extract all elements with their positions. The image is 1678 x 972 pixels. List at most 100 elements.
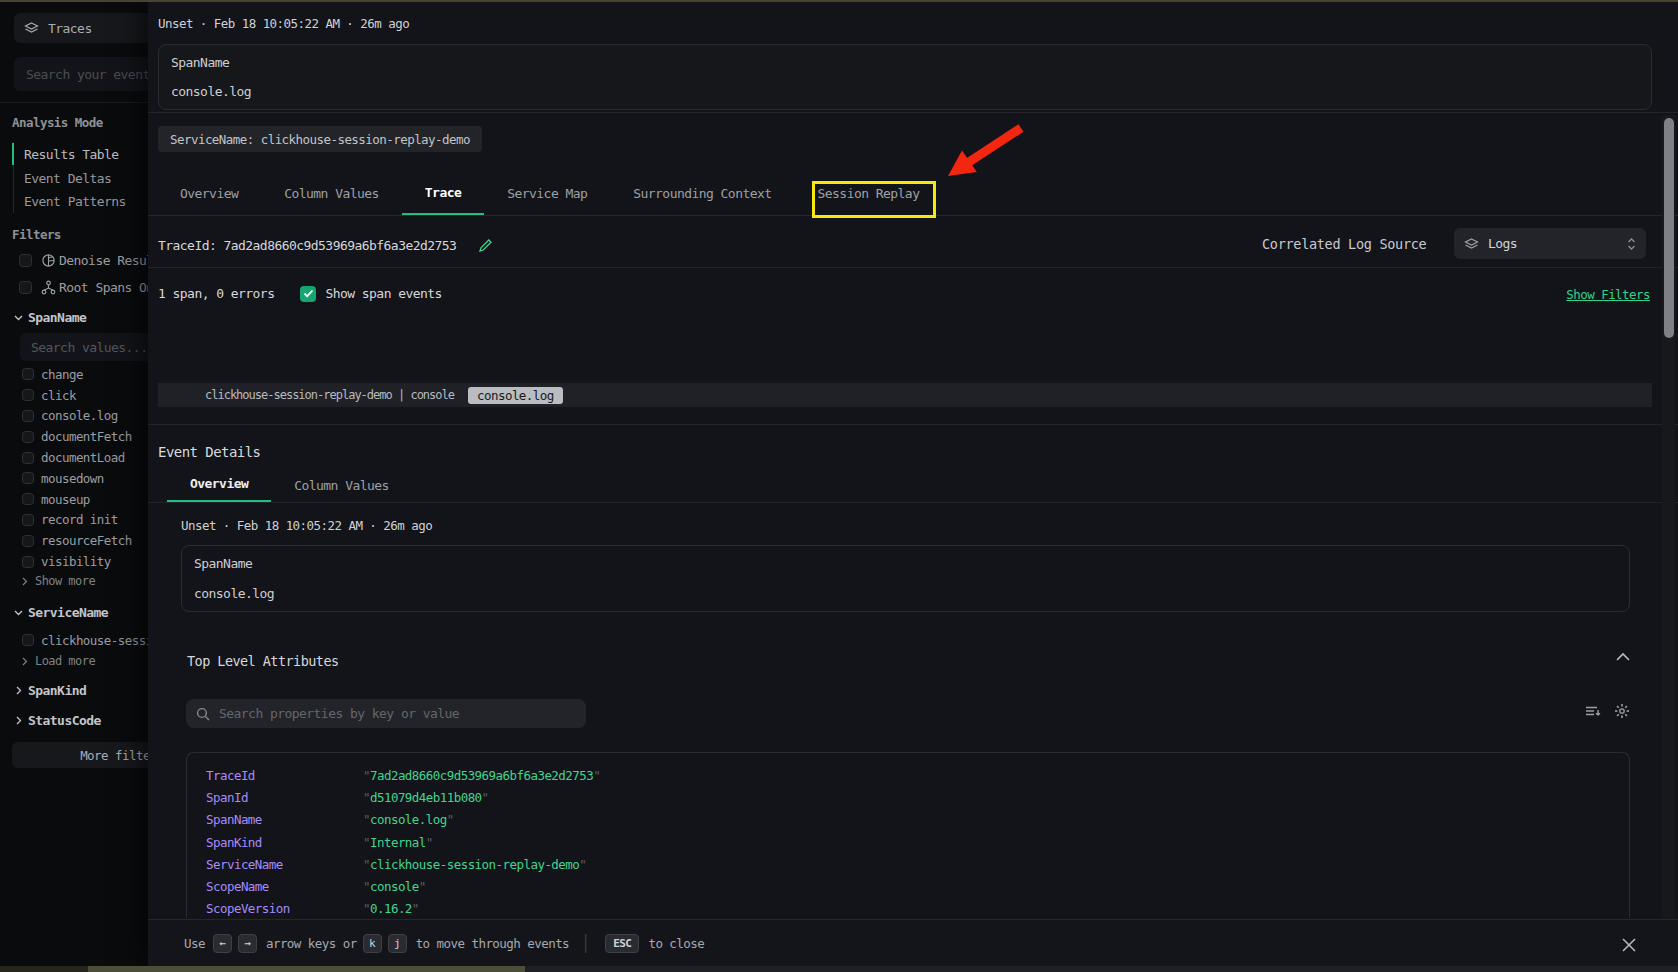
sidebar-item-results-table[interactable]: Results Table [24, 147, 119, 162]
subtab-overview[interactable]: Overview [167, 467, 271, 503]
spankind-section-header[interactable]: SpanKind [14, 683, 86, 698]
spanname-option[interactable]: record init [0, 510, 148, 531]
sidebar-item-event-patterns[interactable]: Event Patterns [24, 194, 126, 209]
correlated-log-source-select[interactable]: Logs [1454, 228, 1646, 259]
attribute-key: ServiceName [206, 857, 363, 872]
chevron-right-icon [20, 577, 29, 586]
tab-service-map[interactable]: Service Map [484, 178, 610, 216]
tab-trace[interactable]: Trace [402, 178, 484, 216]
root-spans-toggle[interactable]: Root Spans Only [19, 280, 148, 295]
option-checkbox[interactable] [22, 472, 34, 484]
option-checkbox[interactable] [22, 452, 34, 464]
j-key: j [388, 934, 407, 953]
event-timestamp: Unset · Feb 18 10:05:22 AM · 26m ago [158, 16, 409, 31]
spanname-section-header[interactable]: SpanName [14, 310, 86, 325]
waterfall-span-label: clickhouse-session-replay-demo | console [205, 383, 454, 407]
root-spans-label: Root Spans Only [59, 280, 148, 295]
span-summary-row: 1 span, 0 errors Show span events [158, 285, 442, 302]
tab-column-values[interactable]: Column Values [261, 178, 402, 216]
edit-trace-id-icon[interactable] [478, 238, 493, 253]
option-checkbox[interactable] [22, 431, 34, 443]
option-checkbox[interactable] [22, 410, 34, 422]
quote: " [419, 879, 426, 894]
option-checkbox[interactable] [22, 493, 34, 505]
servicename-options: clickhouse-session-replay-demo [0, 630, 148, 651]
spanname-option[interactable]: documentFetch [0, 426, 148, 447]
k-key: k [363, 934, 382, 953]
spanname-show-more[interactable]: Show more [20, 574, 95, 588]
session-replay-highlight-box [812, 181, 936, 218]
denoise-checkbox[interactable] [19, 254, 32, 267]
spanname-option[interactable]: change [0, 364, 148, 385]
spanname-option[interactable]: mouseup [0, 489, 148, 510]
service-name-chip[interactable]: ServiceName: clickhouse-session-replay-d… [158, 126, 482, 152]
servicename-load-more[interactable]: Load more [20, 654, 95, 668]
waterfall-span-chip[interactable]: console.log [468, 387, 563, 404]
annotation-arrow [928, 107, 1048, 187]
spanname-section-label: SpanName [28, 310, 86, 325]
servicename-section-header[interactable]: ServiceName [14, 605, 108, 620]
servicename-section-label: ServiceName [28, 605, 108, 620]
attribute-row[interactable]: SpanId "d51079d4eb11b080" [187, 786, 1629, 808]
attribute-row[interactable]: ScopeVersion "0.16.2" [187, 898, 1629, 918]
show-filters-link[interactable]: Show Filters [1566, 287, 1650, 302]
event-search-input[interactable]: Search your event [14, 57, 148, 91]
subtab-column-values[interactable]: Column Values [271, 467, 412, 503]
statuscode-section-header[interactable]: StatusCode [14, 713, 101, 728]
spanname-option[interactable]: console.log [0, 406, 148, 427]
spanname-option[interactable]: documentLoad [0, 447, 148, 468]
close-drawer-icon[interactable] [1620, 936, 1638, 954]
trace-id-label: TraceId: 7ad2ad8660c9d53969a6bf6a3e2d275… [158, 238, 456, 253]
waterfall-span-bar[interactable]: clickhouse-session-replay-demo | console… [158, 383, 1652, 407]
spanname-option[interactable]: resourceFetch [0, 530, 148, 551]
attribute-row[interactable]: TraceId "7ad2ad8660c9d53969a6bf6a3e2d275… [187, 764, 1629, 786]
scrollbar-track[interactable] [1662, 115, 1675, 919]
option-checkbox[interactable] [22, 556, 34, 568]
servicename-option[interactable]: clickhouse-session-replay-demo [0, 630, 148, 651]
option-checkbox[interactable] [22, 368, 34, 380]
gear-icon[interactable] [1614, 703, 1630, 719]
attribute-row[interactable]: ScopeName "console" [187, 875, 1629, 897]
option-checkbox[interactable] [22, 389, 34, 401]
show-span-events-checkbox[interactable] [300, 286, 316, 302]
spanname-option[interactable]: click [0, 385, 148, 406]
tab-overview[interactable]: Overview [157, 178, 261, 216]
screen: Traces Search your event Analysis Mode R… [0, 0, 1678, 972]
left-arrow-key: ← [213, 934, 232, 953]
option-label: record init [41, 512, 118, 527]
root-spans-checkbox[interactable] [19, 281, 32, 294]
option-checkbox[interactable] [22, 634, 34, 646]
show-span-events-label[interactable]: Show span events [325, 286, 441, 301]
spanname-option[interactable]: visibility [0, 551, 148, 572]
denoise-results-toggle[interactable]: Denoise Results [19, 253, 148, 268]
filter-lines-icon[interactable] [1585, 704, 1602, 718]
sidebar-item-event-deltas[interactable]: Event Deltas [24, 171, 111, 186]
event-search-placeholder: Search your event [26, 67, 148, 82]
option-label: documentFetch [41, 429, 132, 444]
more-filters-button[interactable]: More filters [12, 742, 148, 768]
statuscode-section-label: StatusCode [28, 713, 101, 728]
option-label: change [41, 367, 83, 382]
quote: " [363, 901, 370, 916]
attributes-search-input[interactable]: Search properties by key or value [186, 699, 586, 728]
attribute-row[interactable]: SpanName "console.log" [187, 809, 1629, 831]
quote: " [363, 812, 370, 827]
option-label: clickhouse-session-replay-demo [41, 633, 148, 648]
option-checkbox[interactable] [22, 514, 34, 526]
taskbar-segment-dark [525, 966, 1678, 972]
option-checkbox[interactable] [22, 535, 34, 547]
chevron-down-icon [14, 608, 23, 617]
right-arrow-key: → [238, 934, 257, 953]
collapse-chevron-icon[interactable] [1615, 652, 1631, 662]
attribute-row[interactable]: ServiceName "clickhouse-session-replay-d… [187, 853, 1629, 875]
correlated-log-source-label: Correlated Log Source [1262, 236, 1426, 252]
option-label: documentLoad [41, 450, 125, 465]
attribute-row[interactable]: SpanKind "Internal" [187, 831, 1629, 853]
spanname-option[interactable]: mousedown [0, 468, 148, 489]
footer-close-text: to close [648, 936, 704, 951]
traces-source-button[interactable]: Traces [14, 13, 148, 43]
tab-surrounding-context[interactable]: Surrounding Context [610, 178, 794, 216]
scrollbar-thumb[interactable] [1664, 118, 1674, 338]
footer-move-text: to move through events [416, 936, 569, 951]
spanname-search-input[interactable]: Search values... [20, 333, 148, 361]
